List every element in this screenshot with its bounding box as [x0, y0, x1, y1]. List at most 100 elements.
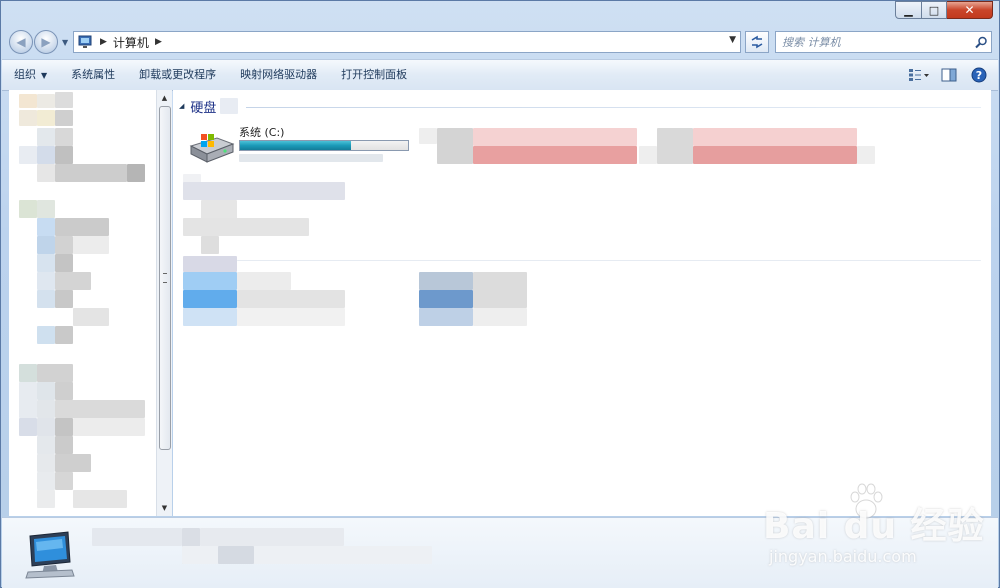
- network-item-label: [473, 308, 527, 326]
- nav-item-icon: [19, 382, 37, 418]
- nav-item-icon: [37, 326, 55, 344]
- maximize-button[interactable]: □: [922, 1, 947, 19]
- device-item-label: [183, 218, 309, 236]
- group-header-blurred: [183, 182, 345, 200]
- group-header-hard-drives[interactable]: ◢ 硬盘: [175, 96, 981, 116]
- details-name: [92, 528, 182, 546]
- scroll-up-arrow-icon[interactable]: ▲: [157, 91, 172, 105]
- drive-item-label: [693, 128, 857, 146]
- nav-item-icon: [37, 146, 55, 164]
- search-box[interactable]: [775, 31, 992, 53]
- nav-item-icon: [37, 254, 55, 272]
- drive-item-label: [857, 146, 875, 164]
- nav-item-icon: [19, 146, 37, 164]
- nav-item-icon: [19, 418, 37, 436]
- close-button[interactable]: ✕: [947, 1, 993, 19]
- recent-pages-dropdown-icon[interactable]: ▼: [62, 38, 68, 47]
- network-item-icon: [183, 290, 237, 308]
- nav-item-icon: [19, 110, 37, 126]
- nav-item-label: [55, 382, 73, 400]
- drive-item-label: [639, 146, 657, 164]
- network-item-label: [473, 272, 527, 308]
- help-icon: ?: [971, 67, 987, 83]
- nav-item-label: [73, 236, 109, 254]
- nav-item-icon: [37, 218, 55, 236]
- nav-item-icon: [37, 382, 55, 400]
- back-button[interactable]: ◀: [9, 30, 33, 54]
- nav-item-label: [73, 308, 109, 326]
- drive-free-space-text: [239, 154, 383, 162]
- drive-name: 系统 (C:): [239, 126, 285, 139]
- nav-item-icon: [37, 472, 55, 490]
- window-controls: ▁ □ ✕: [895, 1, 993, 19]
- refresh-button[interactable]: [745, 31, 769, 53]
- system-properties-button[interactable]: 系统属性: [59, 60, 127, 90]
- title-bar[interactable]: ▁ □ ✕: [1, 1, 999, 27]
- network-item-icon: [183, 272, 237, 290]
- nav-item-icon: [37, 110, 55, 126]
- network-item-label: [237, 290, 345, 308]
- group-header-blurred: [183, 256, 237, 272]
- nav-item-label: [55, 418, 73, 436]
- search-icon[interactable]: [971, 36, 991, 49]
- nav-item-label: [55, 254, 73, 272]
- command-bar: 组织 ▼ 系统属性 卸载或更改程序 映射网络驱动器 打开控制面板 ?: [2, 59, 998, 91]
- nav-item-icon: [37, 128, 55, 146]
- nav-item-icon: [37, 436, 55, 454]
- nav-item-icon: [37, 272, 55, 290]
- open-control-panel-button[interactable]: 打开控制面板: [329, 60, 419, 90]
- nav-item-label: [55, 164, 127, 182]
- uninstall-program-button[interactable]: 卸载或更改程序: [127, 60, 228, 90]
- group-title: 硬盘: [190, 100, 217, 116]
- network-item-icon: [419, 272, 473, 290]
- nav-item-icon: [37, 94, 55, 108]
- navigation-pane[interactable]: [9, 90, 156, 516]
- drive-item-label: [473, 128, 637, 146]
- view-list-icon: [909, 69, 929, 81]
- help-button[interactable]: ?: [968, 65, 990, 85]
- nav-item-label: [55, 436, 73, 454]
- toolbar-right-group: ?: [900, 65, 990, 85]
- hard-drive-icon: [189, 134, 235, 163]
- network-item-label: [237, 308, 345, 326]
- search-input[interactable]: [776, 34, 971, 50]
- nav-item-icon: [37, 236, 55, 254]
- minimize-icon: ▁: [904, 3, 913, 17]
- address-separator-icon[interactable]: ▶: [100, 37, 107, 47]
- map-network-drive-button[interactable]: 映射网络驱动器: [228, 60, 329, 90]
- collapse-triangle-icon[interactable]: ◢: [179, 102, 184, 110]
- drive-usage-bar: [693, 146, 857, 164]
- navigation-scrollbar[interactable]: ▲ ▼: [156, 90, 172, 516]
- nav-item-icon: [37, 454, 55, 472]
- organize-label: 组织: [14, 68, 36, 81]
- address-separator-icon[interactable]: ▶: [155, 37, 162, 47]
- organize-menu[interactable]: 组织 ▼: [2, 60, 59, 90]
- drive-item-c[interactable]: 系统 (C:): [187, 124, 417, 164]
- nav-item-icon: [19, 200, 37, 218]
- scroll-down-arrow-icon[interactable]: ▼: [157, 501, 172, 515]
- watermark-brand: Bai du 经验: [763, 506, 985, 547]
- drive-item-label: [419, 128, 437, 144]
- address-dropdown-icon[interactable]: ▼: [729, 35, 736, 45]
- group-divider: [246, 106, 981, 108]
- minimize-button[interactable]: ▁: [895, 1, 922, 19]
- network-item-icon: [419, 308, 473, 326]
- scroll-grip-icon: [163, 273, 167, 283]
- nav-item-icon: [37, 164, 55, 182]
- nav-item-label: [55, 218, 109, 236]
- scrollbar-thumb[interactable]: [159, 106, 171, 450]
- nav-item-label: [73, 490, 127, 508]
- forward-button[interactable]: ▶: [34, 30, 58, 54]
- network-item-icon: [183, 308, 237, 326]
- drive-item-icon: [437, 128, 473, 164]
- address-location[interactable]: 计算机: [113, 34, 149, 51]
- nav-item-label: [127, 164, 145, 182]
- drive-usage-bar: [473, 146, 637, 164]
- preview-pane-button[interactable]: [938, 65, 960, 85]
- computer-icon: [78, 35, 92, 48]
- content-pane[interactable]: ◢ 硬盘 系统 (C:): [173, 90, 991, 516]
- nav-item-label: [55, 92, 73, 108]
- address-bar[interactable]: ▶ 计算机 ▶ ▼: [73, 31, 741, 53]
- view-options-button[interactable]: [908, 65, 930, 85]
- address-row: ◀ ▶ ▼ ▶ 计算机 ▶ ▼: [1, 27, 999, 59]
